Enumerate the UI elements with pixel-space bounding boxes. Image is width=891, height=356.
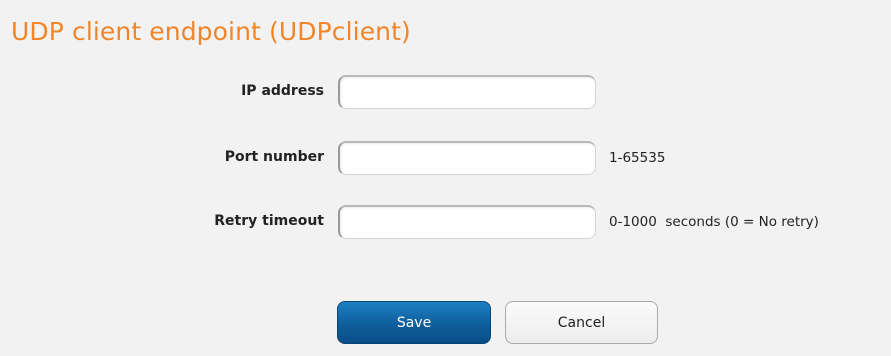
retry-timeout-row: Retry timeout 0-1000 seconds (0 = No ret…: [0, 205, 891, 239]
port-number-input[interactable]: [338, 141, 596, 175]
cancel-button[interactable]: Cancel: [505, 301, 658, 344]
ip-address-input[interactable]: [338, 75, 596, 109]
port-number-row: Port number 1-65535: [0, 141, 891, 175]
ip-address-label: IP address: [241, 83, 324, 99]
retry-timeout-label: Retry timeout: [214, 213, 324, 229]
save-button[interactable]: Save: [337, 301, 491, 344]
port-number-label: Port number: [224, 149, 324, 165]
ip-address-row: IP address: [0, 75, 891, 109]
retry-timeout-hint: 0-1000 seconds (0 = No retry): [609, 214, 819, 230]
retry-timeout-input[interactable]: [338, 205, 596, 239]
page-title: UDP client endpoint (UDPclient): [11, 17, 411, 46]
port-number-hint: 1-65535: [609, 150, 666, 166]
